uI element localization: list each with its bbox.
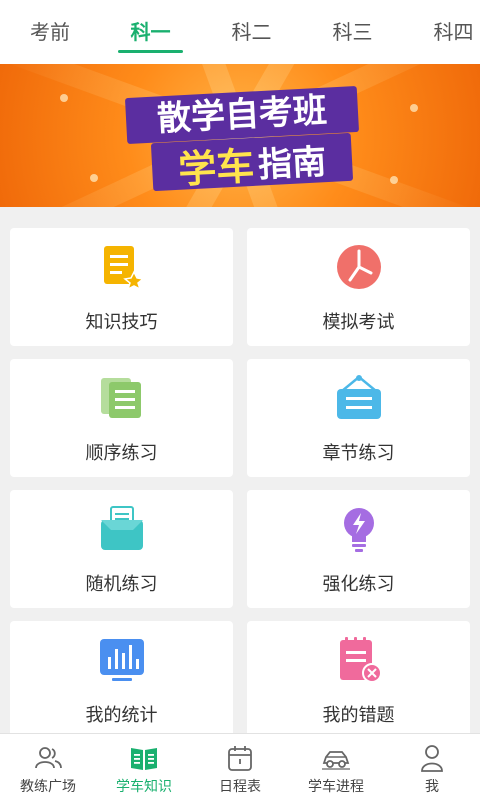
card-intensive-practice[interactable]: 强化练习 <box>247 490 470 608</box>
wrong-notebook-icon <box>334 635 384 685</box>
card-label: 随机练习 <box>85 574 158 595</box>
banner-highlight-text: 学车 <box>177 143 256 192</box>
card-knowledge-tips[interactable]: 知识技巧 <box>10 228 233 346</box>
promo-banner[interactable]: 散学自考班 学车 指南 <box>0 64 480 207</box>
nav-label: 教练广场 <box>20 779 76 795</box>
people-icon <box>33 743 63 773</box>
car-icon <box>321 743 351 773</box>
card-label: 章节练习 <box>322 443 395 464</box>
nav-driving-progress[interactable]: 学车进程 <box>288 734 384 800</box>
nav-me[interactable]: 我 <box>384 734 480 800</box>
card-label: 我的统计 <box>85 705 158 726</box>
banner-rest-text: 指南 <box>257 141 328 186</box>
card-my-mistakes[interactable]: 我的错题 <box>247 621 470 739</box>
lightbulb-icon <box>334 504 384 554</box>
nav-label: 日程表 <box>219 779 261 795</box>
top-tab-bar: 考前 科一 科二 科三 科四 <box>0 0 480 64</box>
list-pages-icon <box>97 373 147 423</box>
nav-label: 学车知识 <box>116 779 172 795</box>
tab-subject-two[interactable]: 科二 <box>201 0 302 64</box>
card-chapter-practice[interactable]: 章节练习 <box>247 359 470 477</box>
card-label: 我的错题 <box>322 705 395 726</box>
nav-coach-square[interactable]: 教练广场 <box>0 734 96 800</box>
card-label: 强化练习 <box>322 574 395 595</box>
bar-chart-icon <box>97 635 147 685</box>
card-random-practice[interactable]: 随机练习 <box>10 490 233 608</box>
tab-before-exam[interactable]: 考前 <box>0 0 100 64</box>
tab-subject-three[interactable]: 科三 <box>302 0 403 64</box>
nav-label: 学车进程 <box>308 779 364 795</box>
knowledge-doc-icon <box>97 242 147 292</box>
user-icon <box>417 743 447 773</box>
tab-subject-one[interactable]: 科一 <box>100 0 201 64</box>
hanging-board-icon <box>334 373 384 423</box>
banner-title-line2: 学车 指南 <box>150 132 354 192</box>
card-label: 顺序练习 <box>85 443 158 464</box>
calendar-icon <box>225 743 255 773</box>
open-book-icon <box>129 743 159 773</box>
clock-icon <box>334 242 384 292</box>
card-label: 知识技巧 <box>85 312 158 333</box>
nav-label: 我 <box>425 779 439 795</box>
card-mock-exam[interactable]: 模拟考试 <box>247 228 470 346</box>
document-tray-icon <box>97 504 147 554</box>
bottom-nav-bar: 教练广场 学车知识 日程表 学车进程 我 <box>0 733 480 800</box>
nav-schedule[interactable]: 日程表 <box>192 734 288 800</box>
card-my-statistics[interactable]: 我的统计 <box>10 621 233 739</box>
card-label: 模拟考试 <box>322 312 395 333</box>
nav-driving-knowledge[interactable]: 学车知识 <box>96 734 192 800</box>
card-sequential-practice[interactable]: 顺序练习 <box>10 359 233 477</box>
banner-title-board: 散学自考班 学车 指南 <box>124 85 360 192</box>
tab-subject-four[interactable]: 科四 <box>403 0 480 64</box>
